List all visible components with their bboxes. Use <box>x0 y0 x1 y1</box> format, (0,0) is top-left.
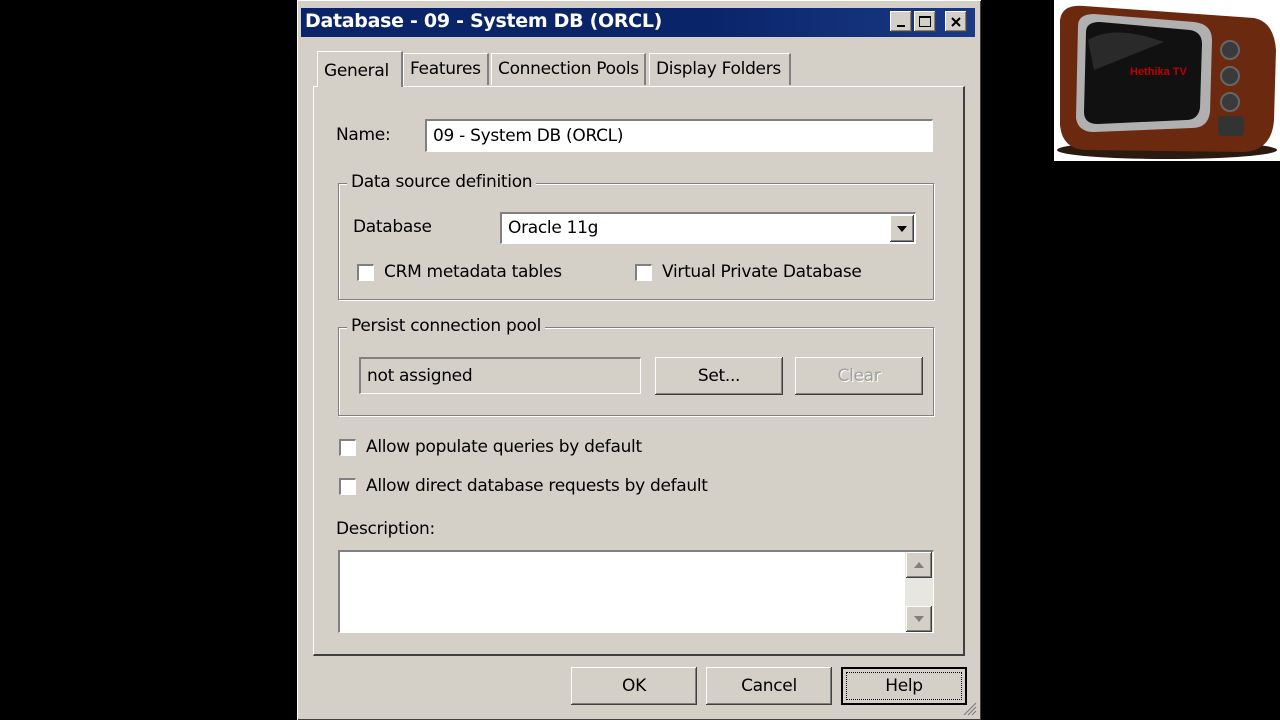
database-select-value: Oracle 11g <box>508 218 599 238</box>
description-label: Description: <box>336 519 435 539</box>
name-input[interactable]: 09 - System DB (ORCL) <box>425 119 933 152</box>
window-title: Database - 09 - System DB (ORCL) <box>305 10 663 32</box>
channel-logo: Hethika TV <box>1054 0 1280 161</box>
arrow-up-icon <box>914 562 924 568</box>
virtual-private-database-checkbox[interactable] <box>635 264 652 281</box>
clear-button: Clear <box>795 357 923 395</box>
persist-pool-field: not assigned <box>359 357 641 394</box>
resize-grip-icon[interactable] <box>963 702 977 716</box>
persist-pool-legend: Persist connection pool <box>347 316 546 336</box>
help-button[interactable]: Help <box>841 667 967 705</box>
data-source-definition-group: Data source definition Database Oracle 1… <box>338 172 934 300</box>
arrow-down-icon <box>914 616 924 622</box>
general-tab-panel: Name: 09 - System DB (ORCL) Data source … <box>313 86 965 656</box>
crm-metadata-checkbox[interactable] <box>357 264 374 281</box>
database-select[interactable]: Oracle 11g <box>500 212 916 244</box>
scroll-up-button[interactable] <box>906 552 932 578</box>
minimize-icon <box>897 24 905 27</box>
maximize-icon <box>919 16 931 27</box>
crm-metadata-label: CRM metadata tables <box>384 262 562 282</box>
allow-populate-queries-checkbox[interactable] <box>339 439 356 456</box>
name-label: Name: <box>336 125 391 145</box>
tv-icon: Hethika TV <box>1057 5 1277 159</box>
tab-display-folders[interactable]: Display Folders <box>649 53 791 85</box>
maximize-button[interactable] <box>914 11 936 32</box>
database-properties-dialog: Database - 09 - System DB (ORCL) General… <box>297 0 981 720</box>
persist-connection-pool-group: Persist connection pool not assigned Set… <box>338 316 934 416</box>
title-bar[interactable]: Database - 09 - System DB (ORCL) <box>301 8 975 37</box>
allow-populate-queries-label: Allow populate queries by default <box>366 437 642 457</box>
ok-button[interactable]: OK <box>571 667 697 705</box>
close-button[interactable] <box>945 11 967 32</box>
scroll-down-button[interactable] <box>906 606 932 632</box>
focus-rect <box>846 672 962 700</box>
virtual-private-database-label: Virtual Private Database <box>662 262 862 282</box>
database-label: Database <box>353 217 432 237</box>
cancel-button[interactable]: Cancel <box>706 667 832 705</box>
tab-general[interactable]: General <box>317 51 403 87</box>
description-textarea[interactable] <box>338 550 934 633</box>
chevron-down-icon <box>897 225 907 232</box>
tab-connection-pools[interactable]: Connection Pools <box>491 53 646 85</box>
close-icon <box>951 16 961 27</box>
allow-direct-requests-label: Allow direct database requests by defaul… <box>366 476 708 496</box>
description-scrollbar[interactable] <box>905 552 933 632</box>
data-source-legend: Data source definition <box>347 172 537 192</box>
channel-logo-text: Hethika TV <box>1130 66 1188 78</box>
tab-features[interactable]: Features <box>403 53 489 85</box>
minimize-button[interactable] <box>890 11 912 32</box>
database-dropdown-button[interactable] <box>890 215 914 242</box>
allow-direct-requests-checkbox[interactable] <box>339 478 356 495</box>
set-button[interactable]: Set... <box>655 357 783 395</box>
